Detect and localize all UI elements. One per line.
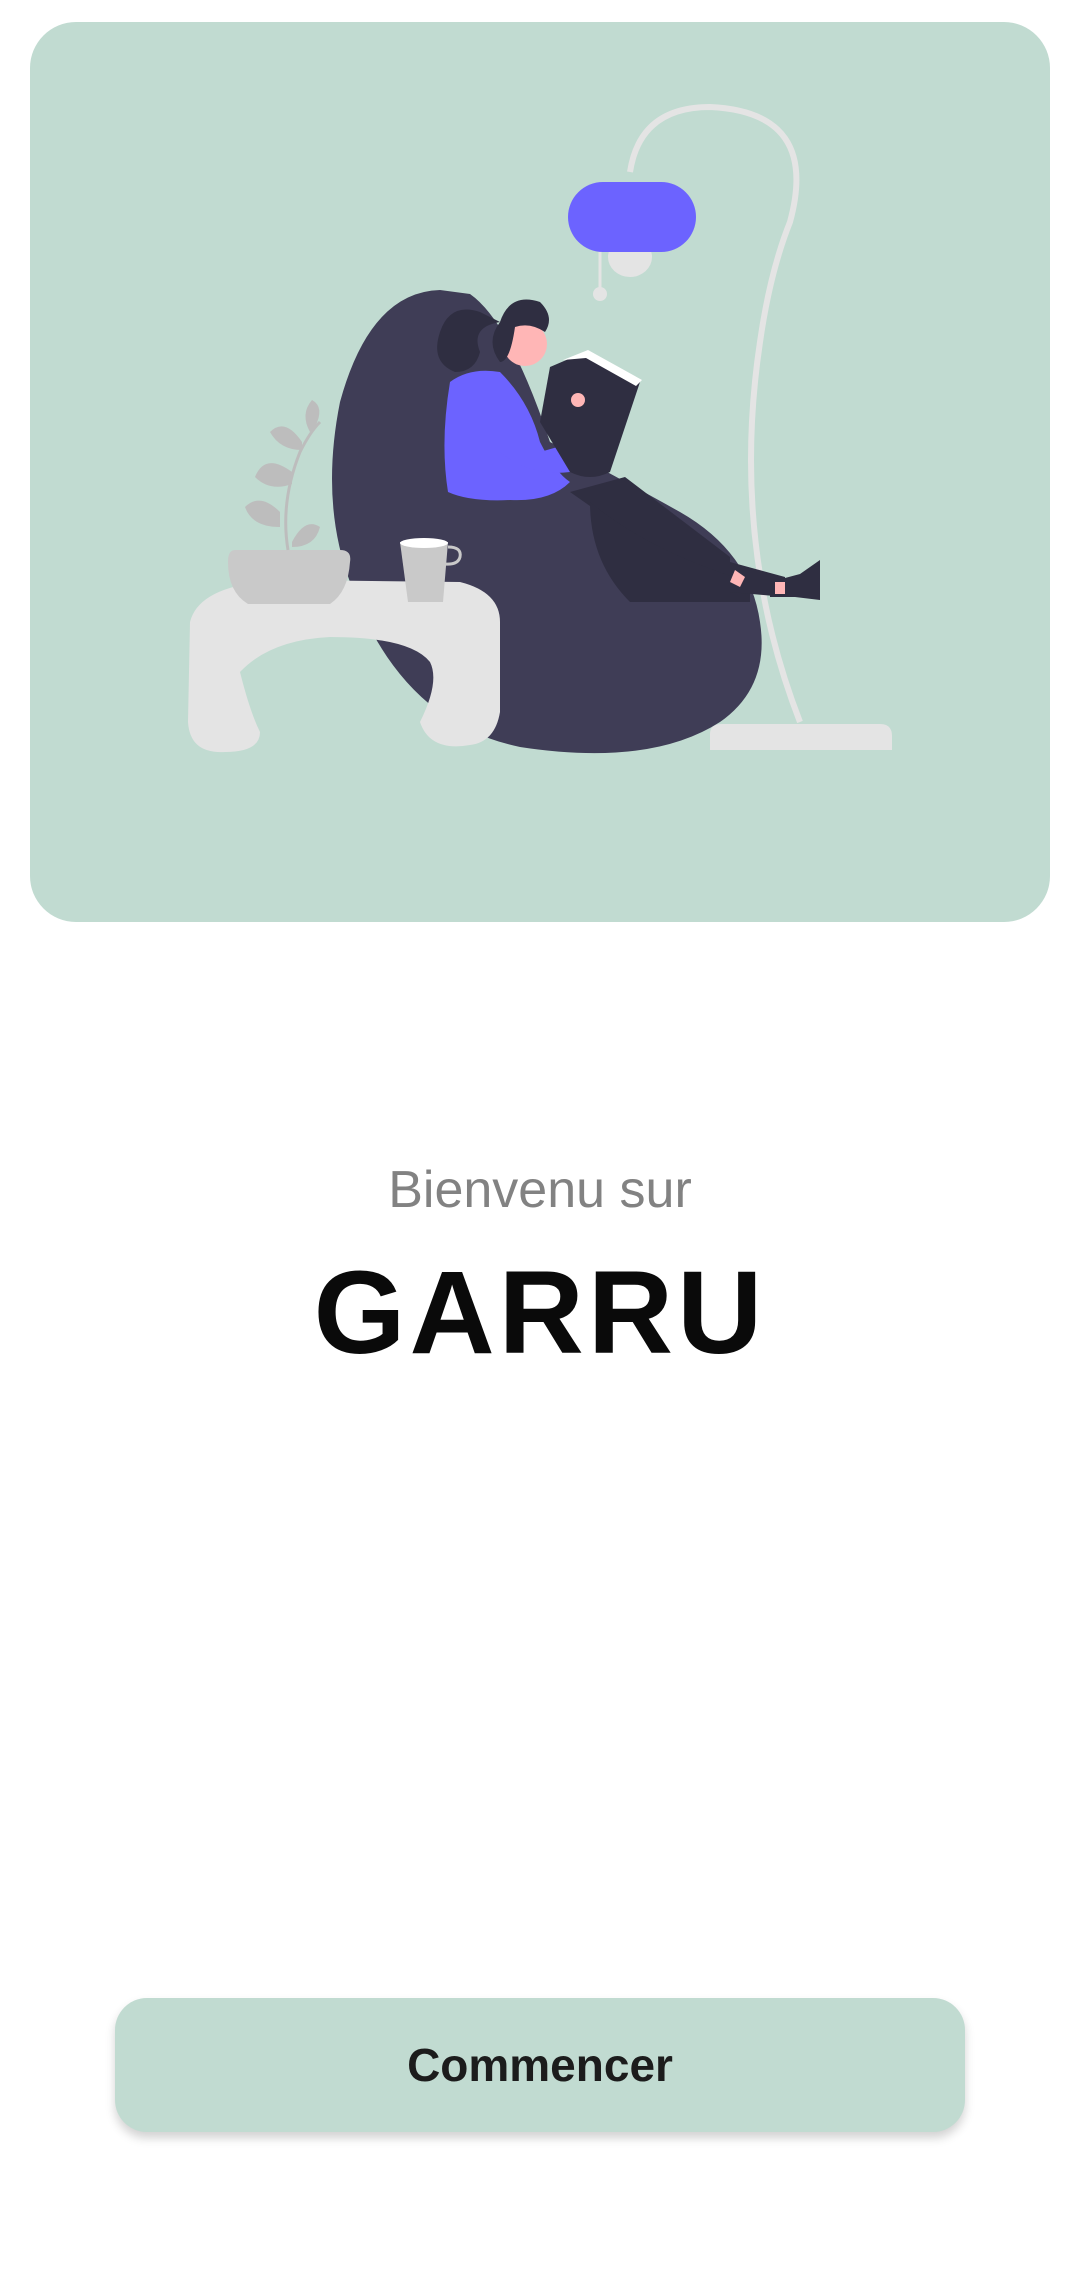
start-button[interactable]: Commencer: [115, 1998, 965, 2132]
plant-pot: [228, 550, 351, 604]
cup: [400, 542, 448, 602]
side-table: [188, 580, 500, 753]
lamp-pull-cord: [593, 287, 607, 301]
app-name-title: GARRU: [313, 1247, 767, 1379]
hero-illustration-card: [30, 22, 1050, 922]
lamp-shade: [568, 182, 696, 252]
reading-illustration: [188, 103, 892, 754]
beanbag: [332, 290, 762, 754]
welcome-subtitle: Bienvenu sur: [388, 1161, 692, 1219]
lamp-base: [710, 724, 892, 750]
start-button-label: Commencer: [407, 2039, 673, 2091]
